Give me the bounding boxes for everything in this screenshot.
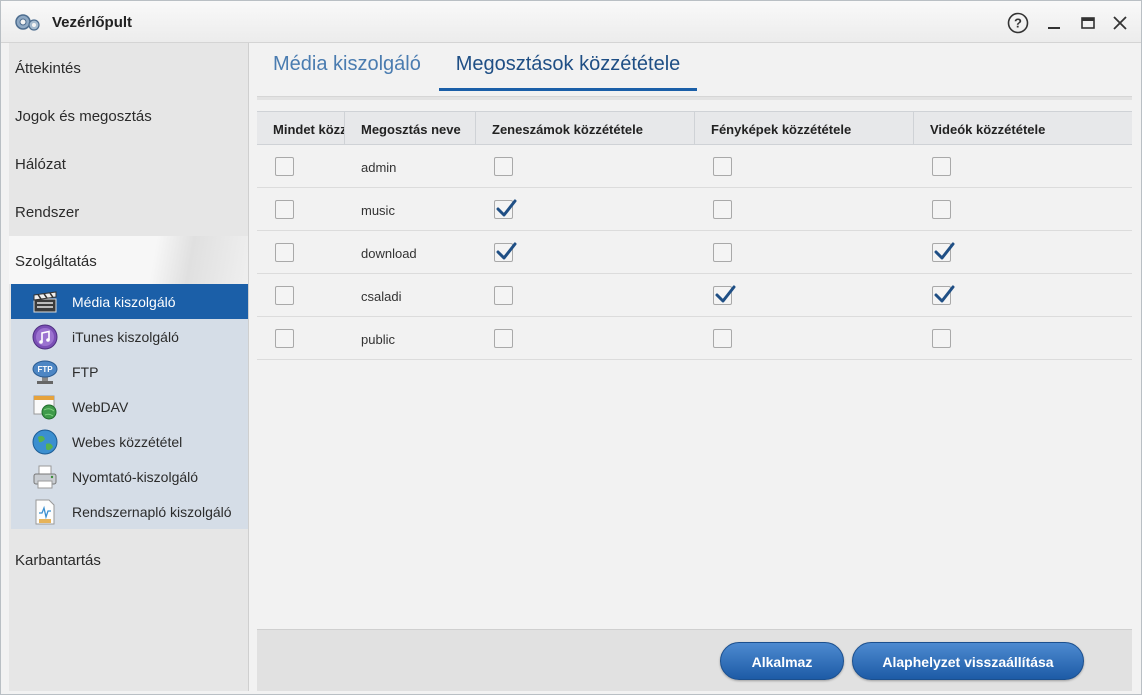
publish-music-checkbox[interactable] (494, 157, 513, 176)
publish-all-checkbox[interactable] (275, 157, 294, 176)
table-row: public (257, 317, 1132, 360)
help-icon[interactable]: ? (1007, 12, 1029, 34)
table-header: Mindet közzé Megosztás neve Zeneszámok k… (257, 111, 1132, 145)
publish-music-checkbox[interactable] (494, 242, 517, 262)
checkmark-icon (934, 285, 955, 303)
reset-defaults-button[interactable]: Alaphelyzet visszaállítása (852, 642, 1084, 680)
table-row: csaladi (257, 274, 1132, 317)
gears-icon (15, 14, 40, 31)
publish-photos-checkbox[interactable] (713, 285, 736, 305)
sidebar-item-services[interactable]: Szolgáltatás (9, 236, 248, 284)
globe-icon (32, 429, 58, 455)
services-subnav: Média kiszolgáló iTunes kiszolgáló FTP F… (11, 284, 248, 529)
control-panel-window: Vezérlőpult ? Áttekintés Jogok és megosz… (0, 0, 1142, 695)
share-name: csaladi (361, 289, 402, 304)
publish-videos-checkbox[interactable] (932, 157, 951, 176)
sidebar-item-maintenance[interactable]: Karbantartás (9, 535, 248, 583)
subnav-item-label: Webes közzététel (72, 434, 183, 450)
subnav-item-media-server[interactable]: Média kiszolgáló (11, 284, 248, 319)
subnav-item-label: WebDAV (72, 399, 129, 415)
close-icon[interactable] (1109, 12, 1131, 34)
subnav-item-label: Nyomtató-kiszolgáló (72, 469, 199, 485)
subnav-item-label: FTP (72, 364, 99, 380)
apply-button[interactable]: Alkalmaz (720, 642, 844, 680)
main-panel: Média kiszolgáló Megosztások közzététele… (250, 43, 1141, 691)
itunes-icon (32, 324, 58, 350)
ftp-globe-icon: FTP (32, 360, 58, 384)
publish-videos-checkbox[interactable] (932, 242, 955, 262)
share-name: admin (361, 160, 397, 175)
publish-videos-checkbox[interactable] (932, 329, 951, 348)
window-title: Vezérlőpult (52, 14, 133, 31)
checkmark-icon (496, 199, 517, 217)
subnav-item-print-server[interactable]: Nyomtató-kiszolgáló (11, 459, 248, 494)
title-bar: Vezérlőpult ? (1, 1, 1141, 43)
publish-photos-checkbox[interactable] (713, 200, 732, 219)
subnav-item-itunes-server[interactable]: iTunes kiszolgáló (11, 319, 248, 354)
table-row: music (257, 188, 1132, 231)
table-body: admin music download csaladi public (257, 145, 1132, 360)
svg-text:FTP: FTP (37, 365, 53, 374)
publish-all-checkbox[interactable] (275, 286, 294, 305)
column-header-share-name[interactable]: Megosztás neve (345, 112, 476, 145)
publish-music-checkbox[interactable] (494, 329, 513, 348)
maximize-icon[interactable] (1077, 12, 1099, 34)
subnav-item-web-publishing[interactable]: Webes közzététel (11, 424, 248, 459)
sidebar-item-network[interactable]: Hálózat (9, 139, 248, 187)
minimize-icon[interactable] (1043, 12, 1065, 34)
sidebar-item-overview[interactable]: Áttekintés (9, 43, 248, 91)
action-bar: Alkalmaz Alaphelyzet visszaállítása (257, 629, 1132, 691)
log-document-icon (35, 499, 55, 525)
shares-table: Mindet közzé Megosztás neve Zeneszámok k… (257, 111, 1132, 360)
table-row: admin (257, 145, 1132, 188)
publish-photos-checkbox[interactable] (713, 157, 732, 176)
clapperboard-icon (33, 291, 57, 313)
column-header-photos[interactable]: Fényképek közzététele (695, 112, 914, 145)
publish-all-checkbox[interactable] (275, 243, 294, 262)
publish-music-checkbox[interactable] (494, 199, 517, 219)
publish-videos-checkbox[interactable] (932, 200, 951, 219)
webdav-icon (33, 395, 57, 420)
svg-text:?: ? (1014, 16, 1022, 31)
checkmark-icon (496, 242, 517, 260)
publish-all-checkbox[interactable] (275, 329, 294, 348)
subnav-item-label: Média kiszolgáló (72, 294, 176, 310)
sidebar-item-system[interactable]: Rendszer (9, 187, 248, 235)
sidebar-item-permissions[interactable]: Jogok és megosztás (9, 91, 248, 139)
tab-share-publishing[interactable]: Megosztások közzététele (439, 53, 697, 91)
sidebar: Áttekintés Jogok és megosztás Hálózat Re… (9, 43, 249, 691)
subnav-item-label: iTunes kiszolgáló (72, 329, 179, 345)
column-header-videos[interactable]: Videók közzététele (914, 112, 1132, 145)
subnav-item-webdav[interactable]: WebDAV (11, 389, 248, 424)
share-name: public (361, 332, 395, 347)
publish-all-checkbox[interactable] (275, 200, 294, 219)
column-header-music[interactable]: Zeneszámok közzététele (476, 112, 695, 145)
publish-photos-checkbox[interactable] (713, 329, 732, 348)
share-name: download (361, 246, 417, 261)
printer-icon (33, 465, 57, 489)
publish-music-checkbox[interactable] (494, 286, 513, 305)
tab-media-server[interactable]: Média kiszolgáló (273, 53, 421, 91)
tab-bar: Média kiszolgáló Megosztások közzététele (250, 43, 1141, 93)
subnav-item-label: Rendszernapló kiszolgáló (72, 504, 232, 520)
subnav-item-ftp[interactable]: FTP FTP (11, 354, 248, 389)
share-name: music (361, 203, 395, 218)
checkmark-icon (715, 285, 736, 303)
table-row: download (257, 231, 1132, 274)
checkmark-icon (934, 242, 955, 260)
divider (257, 96, 1132, 100)
publish-videos-checkbox[interactable] (932, 285, 955, 305)
column-header-publish-all[interactable]: Mindet közzé (257, 112, 345, 145)
publish-photos-checkbox[interactable] (713, 243, 732, 262)
subnav-item-syslog-server[interactable]: Rendszernapló kiszolgáló (11, 494, 248, 529)
